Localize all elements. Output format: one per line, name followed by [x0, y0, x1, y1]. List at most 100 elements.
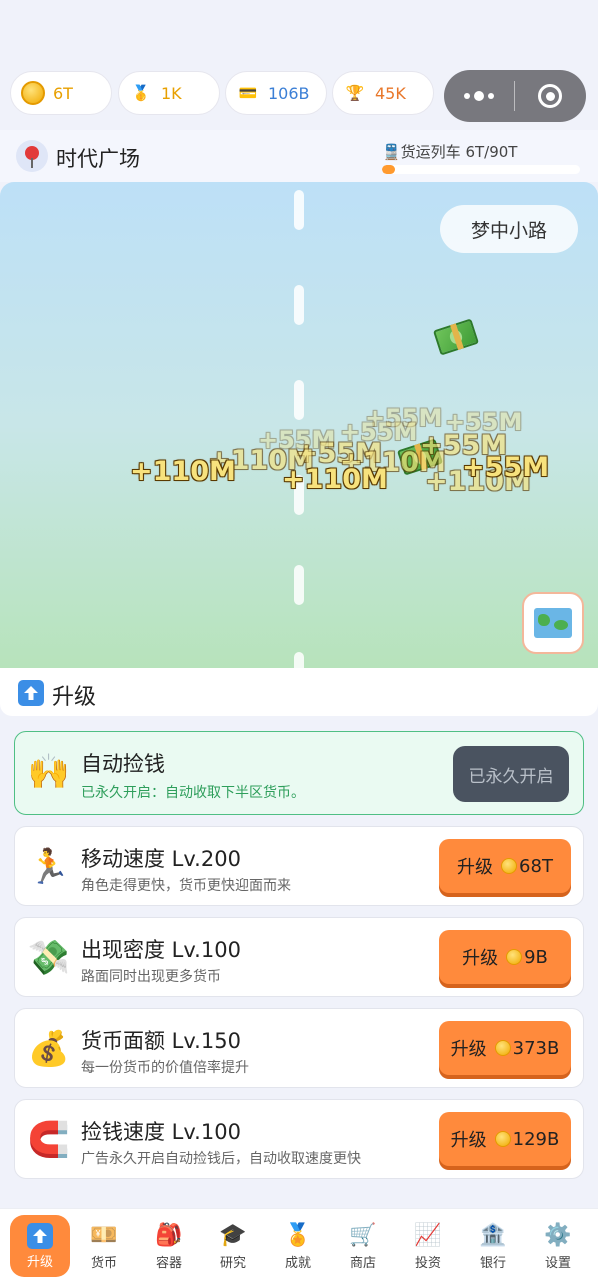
tab-label: 商店 — [349, 1255, 376, 1271]
backpack-icon: 🎒 — [155, 1222, 183, 1248]
tab-label: 研究 — [219, 1255, 246, 1271]
game-field[interactable]: 梦中小路 +55M +55M +55M +55M +55M +55M +110M… — [0, 182, 598, 668]
raised-hands-icon: 🙌 — [27, 752, 71, 792]
coin-icon — [494, 1040, 511, 1056]
magnet-icon: 🧲 — [27, 1120, 71, 1160]
banknote-icon: 💴 — [90, 1222, 118, 1248]
gear-icon: ⚙️ — [544, 1222, 572, 1248]
resource-cards[interactable]: 💳 106B — [225, 71, 327, 115]
resource-value: 6T — [53, 83, 73, 103]
cash-pickup-icon[interactable] — [432, 318, 480, 356]
upgrade-button-label: 升级 — [450, 1130, 487, 1151]
upgrade-cost: 9B — [524, 946, 548, 968]
coin-icon — [21, 81, 45, 105]
upgrade-cost: 129B — [512, 1128, 560, 1150]
close-miniprogram-button[interactable] — [515, 84, 585, 108]
income-popup: +55M — [462, 452, 550, 483]
card-subtitle: 角色走得更快，货币更快迎面而来 — [81, 878, 291, 894]
medal-icon: 🥇 — [131, 84, 151, 102]
tab-achievements[interactable]: 🏅 成就 — [269, 1217, 327, 1275]
card-title: 货币面额 Lv.150 — [81, 1029, 241, 1053]
upgrade-button[interactable]: 升级 9B — [439, 930, 571, 984]
graduation-cap-icon: 🎓 — [219, 1222, 247, 1248]
upgrade-button[interactable]: 升级 68T — [439, 839, 571, 893]
road-dash — [294, 190, 304, 230]
card-subtitle: 每一份货币的价值倍率提升 — [81, 1060, 249, 1076]
coin-icon — [494, 1131, 511, 1147]
location-title: 时代广场 — [56, 147, 140, 171]
upgrade-card-pick-speed: 🧲 捡钱速度 Lv.100 广告永久开启自动捡钱后，自动收取速度更快 升级 12… — [14, 1099, 584, 1179]
tab-upgrade[interactable]: 升级 — [10, 1215, 70, 1277]
location-bar: 时代广场 🚆货运列车 6T/90T — [0, 130, 598, 182]
up-arrow-icon — [18, 680, 44, 706]
tab-shop[interactable]: 🛒 商店 — [334, 1217, 392, 1275]
resource-medals[interactable]: 🥇 1K — [118, 71, 220, 115]
upgrade-button-label: 升级 — [457, 857, 494, 878]
tab-settings[interactable]: ⚙️ 设置 — [529, 1217, 587, 1275]
tab-container[interactable]: 🎒 容器 — [140, 1217, 198, 1275]
freight-train-label: 🚆货运列车 6T/90T — [382, 143, 518, 161]
dot-icon — [464, 93, 470, 99]
upgrade-card-move-speed: 🏃 移动速度 Lv.200 角色走得更快，货币更快迎面而来 升级 68T — [14, 826, 584, 906]
road-dash — [294, 652, 304, 668]
money-bag-icon: 💰 — [27, 1029, 71, 1069]
upgrade-button[interactable]: 升级 129B — [439, 1112, 571, 1166]
permanent-enabled-button[interactable]: 已永久开启 — [453, 746, 569, 802]
resource-value: 1K — [161, 83, 182, 103]
bank-icon: 🏦 — [479, 1222, 507, 1248]
freight-train-progress-fill — [382, 165, 396, 174]
tab-invest[interactable]: 📈 投资 — [399, 1217, 457, 1275]
world-map-button[interactable] — [522, 592, 584, 654]
world-map-icon — [534, 608, 572, 638]
runner-icon: 🏃 — [27, 847, 71, 887]
miniprogram-capsule — [444, 70, 586, 122]
chart-icon: 📈 — [414, 1222, 442, 1248]
upgrade-button-label: 升级 — [462, 948, 499, 969]
tab-label: 投资 — [414, 1255, 441, 1271]
upgrade-header: 升级 — [0, 668, 598, 716]
tab-label: 容器 — [155, 1255, 182, 1271]
bottom-tab-bar: 升级 💴 货币 🎒 容器 🎓 研究 🏅 成就 🛒 商店 📈 投资 🏦 银行 ⚙️… — [0, 1208, 598, 1280]
freight-train-progress — [382, 165, 580, 174]
upgrade-button[interactable]: 升级 373B — [439, 1021, 571, 1075]
road-dash — [294, 285, 304, 325]
record-icon — [538, 84, 562, 108]
road-select-button[interactable]: 梦中小路 — [440, 205, 578, 253]
resource-trophies[interactable]: 🏆 45K — [332, 71, 434, 115]
road-dash — [294, 380, 304, 420]
resource-value: 45K — [375, 83, 406, 103]
income-popup: +110M — [130, 456, 236, 487]
dot-icon — [474, 91, 484, 101]
resource-coins[interactable]: 6T — [10, 71, 112, 115]
upgrade-cost: 68T — [519, 855, 553, 877]
money-wings-icon: 💸 — [27, 938, 71, 978]
tab-bank[interactable]: 🏦 银行 — [464, 1217, 522, 1275]
road-dash — [294, 565, 304, 605]
tab-research[interactable]: 🎓 研究 — [204, 1217, 262, 1275]
card-subtitle: 广告永久开启自动捡钱后，自动收取速度更快 — [81, 1151, 361, 1167]
card-title: 出现密度 Lv.100 — [81, 938, 241, 962]
tab-label: 货币 — [90, 1255, 117, 1271]
upgrade-icon — [27, 1222, 53, 1249]
tab-label: 设置 — [544, 1255, 571, 1271]
coin-icon — [506, 949, 523, 965]
tab-label: 成就 — [284, 1255, 311, 1271]
upgrade-button-label: 升级 — [450, 1039, 487, 1060]
tab-currency[interactable]: 💴 货币 — [75, 1217, 133, 1275]
card-subtitle: 路面同时出现更多货币 — [81, 969, 221, 985]
trophy-icon: 🏆 — [345, 84, 365, 102]
upgrade-cost: 373B — [512, 1037, 560, 1059]
coin-icon — [501, 858, 518, 874]
tab-label: 升级 — [26, 1254, 53, 1270]
cart-icon: 🛒 — [349, 1222, 377, 1248]
card-title: 移动速度 Lv.200 — [81, 847, 241, 871]
dot-icon — [488, 93, 494, 99]
location-pin-icon — [16, 140, 48, 172]
more-menu-button[interactable] — [444, 91, 514, 101]
upgrade-card-denomination: 💰 货币面额 Lv.150 每一份货币的价值倍率提升 升级 373B — [14, 1008, 584, 1088]
upgrade-card-auto-pick: 🙌 自动捡钱 已永久开启：自动收取下半区货币。 已永久开启 — [14, 731, 584, 815]
income-popup: +110M — [282, 464, 388, 495]
upgrade-card-spawn-density: 💸 出现密度 Lv.100 路面同时出现更多货币 升级 9B — [14, 917, 584, 997]
resource-value: 106B — [268, 83, 310, 103]
tab-label: 银行 — [479, 1255, 506, 1271]
